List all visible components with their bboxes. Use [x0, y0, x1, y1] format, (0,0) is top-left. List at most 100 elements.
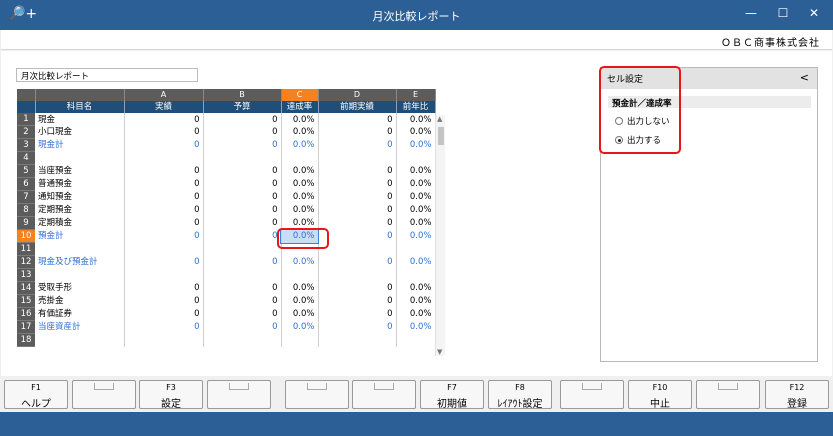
value-cell[interactable]: [318, 242, 397, 256]
value-cell[interactable]: 0.0%: [281, 320, 319, 334]
value-cell[interactable]: [396, 151, 436, 165]
value-cell[interactable]: 0: [124, 177, 204, 191]
row-number[interactable]: 12: [17, 255, 35, 270]
account-name-cell[interactable]: 預金計: [35, 229, 125, 243]
value-cell[interactable]: 0: [318, 307, 397, 321]
value-cell[interactable]: 0.0%: [281, 203, 319, 217]
row-number[interactable]: 17: [17, 320, 35, 335]
value-cell[interactable]: 0: [124, 216, 204, 230]
row-number[interactable]: 13: [17, 268, 35, 283]
row-number[interactable]: 18: [17, 333, 35, 348]
maximize-button[interactable]: ☐: [775, 6, 791, 20]
minimize-button[interactable]: —: [743, 6, 759, 20]
value-cell[interactable]: 0.0%: [396, 229, 436, 243]
value-cell[interactable]: 0: [124, 190, 204, 204]
fkey-f12-button[interactable]: F12 登録: [765, 380, 829, 410]
value-cell[interactable]: 0.0%: [281, 138, 319, 152]
value-cell[interactable]: 0: [203, 113, 282, 126]
value-cell[interactable]: [396, 333, 436, 347]
value-cell[interactable]: 0: [318, 164, 397, 178]
fkey-empty-button[interactable]: [696, 380, 760, 409]
column-letter-e[interactable]: E: [396, 89, 436, 102]
row-number[interactable]: 15: [17, 294, 35, 309]
value-cell[interactable]: 0: [124, 203, 204, 217]
value-cell[interactable]: [318, 151, 397, 165]
collapse-icon[interactable]: <: [800, 71, 809, 84]
value-cell[interactable]: [124, 333, 204, 347]
value-cell[interactable]: 0: [124, 138, 204, 152]
value-cell[interactable]: 0: [203, 125, 282, 139]
row-number[interactable]: 4: [17, 151, 35, 166]
value-cell[interactable]: 0: [318, 229, 397, 243]
value-cell[interactable]: [203, 242, 282, 256]
value-cell[interactable]: 0: [124, 229, 204, 243]
value-cell[interactable]: 0.0%: [396, 307, 436, 321]
grid-scrollbar[interactable]: ▲ ▼: [435, 115, 445, 356]
account-name-cell[interactable]: 定期積金: [35, 216, 125, 230]
value-cell[interactable]: 0: [203, 164, 282, 178]
report-name-field[interactable]: 月次比較レポート: [16, 68, 198, 82]
value-cell[interactable]: 0: [203, 138, 282, 152]
value-cell[interactable]: 0.0%: [396, 281, 436, 295]
value-cell[interactable]: 0.0%: [281, 177, 319, 191]
value-cell[interactable]: 0.0%: [281, 113, 319, 126]
account-name-cell[interactable]: 現金計: [35, 138, 125, 152]
value-cell[interactable]: [318, 268, 397, 282]
column-letter-d[interactable]: D: [318, 89, 397, 102]
account-name-cell[interactable]: 現金及び預金計: [35, 255, 125, 269]
row-number[interactable]: 2: [17, 125, 35, 140]
row-number[interactable]: 7: [17, 190, 35, 205]
value-cell[interactable]: 0: [203, 203, 282, 217]
value-cell[interactable]: 0: [203, 216, 282, 230]
account-name-cell[interactable]: [35, 242, 125, 256]
row-number[interactable]: 9: [17, 216, 35, 231]
fkey-empty-button[interactable]: [352, 380, 416, 409]
column-letter-a[interactable]: A: [124, 89, 204, 102]
value-cell[interactable]: [203, 333, 282, 347]
account-name-cell[interactable]: 有価証券: [35, 307, 125, 321]
close-button[interactable]: ✕: [806, 6, 822, 20]
value-cell[interactable]: 0.0%: [396, 203, 436, 217]
row-number[interactable]: 8: [17, 203, 35, 218]
fkey-empty-button[interactable]: [72, 380, 136, 409]
value-cell[interactable]: [396, 268, 436, 282]
account-name-cell[interactable]: [35, 151, 125, 165]
row-number[interactable]: 10: [17, 229, 35, 244]
scroll-down-icon[interactable]: ▼: [437, 348, 442, 356]
value-cell[interactable]: 0.0%: [396, 138, 436, 152]
value-cell[interactable]: 0.0%: [396, 113, 436, 126]
value-cell[interactable]: 0.0%: [281, 190, 319, 204]
value-cell[interactable]: 0: [318, 281, 397, 295]
value-cell[interactable]: 0: [124, 320, 204, 334]
fkey-f8-button[interactable]: F8 ﾚｲｱｳﾄ設定: [488, 380, 552, 410]
account-name-cell[interactable]: 現金: [35, 113, 125, 126]
scroll-thumb[interactable]: [438, 127, 444, 145]
value-cell[interactable]: 0: [318, 125, 397, 139]
value-cell[interactable]: 0: [124, 294, 204, 308]
fkey-empty-button[interactable]: [207, 380, 271, 409]
value-cell[interactable]: [203, 151, 282, 165]
account-name-cell[interactable]: 受取手形: [35, 281, 125, 295]
value-cell[interactable]: [124, 242, 204, 256]
value-cell[interactable]: 0: [203, 255, 282, 269]
value-cell[interactable]: [203, 268, 282, 282]
value-cell[interactable]: 0.0%: [396, 294, 436, 308]
value-cell[interactable]: 0: [124, 255, 204, 269]
row-number[interactable]: 1: [17, 113, 35, 127]
account-name-cell[interactable]: 通知預金: [35, 190, 125, 204]
scroll-up-icon[interactable]: ▲: [437, 115, 442, 123]
fkey-empty-button[interactable]: [285, 380, 349, 409]
value-cell[interactable]: 0: [203, 320, 282, 334]
value-cell[interactable]: [396, 242, 436, 256]
row-number[interactable]: 16: [17, 307, 35, 322]
value-cell[interactable]: 0: [203, 190, 282, 204]
value-cell[interactable]: 0: [318, 294, 397, 308]
account-name-cell[interactable]: [35, 268, 125, 282]
value-cell[interactable]: 0: [203, 294, 282, 308]
value-cell[interactable]: 0.0%: [396, 320, 436, 334]
value-cell[interactable]: 0.0%: [281, 307, 319, 321]
value-cell[interactable]: 0.0%: [396, 190, 436, 204]
value-cell[interactable]: 0: [318, 216, 397, 230]
account-name-cell[interactable]: 当座資産計: [35, 320, 125, 334]
value-cell[interactable]: 0: [318, 113, 397, 126]
